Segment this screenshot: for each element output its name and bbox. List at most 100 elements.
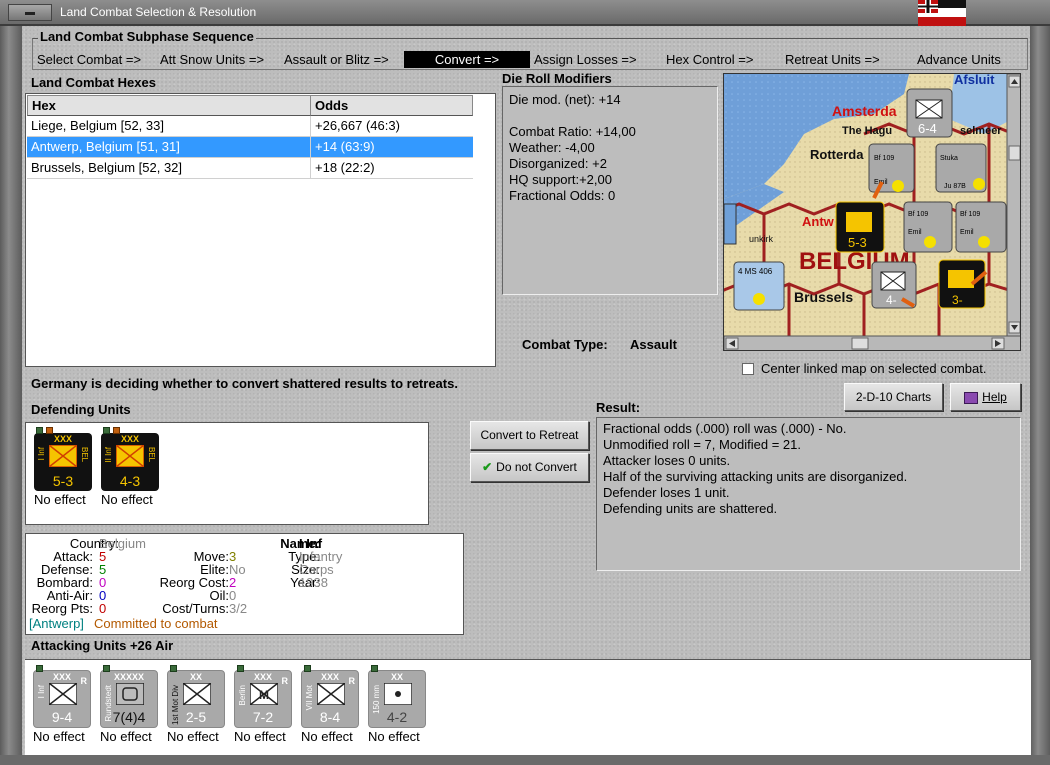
combat-type-value: Assault xyxy=(630,337,677,352)
window-frame-left xyxy=(0,26,22,765)
linked-map[interactable]: Amsterda The Hagu selmeer Rotterda Afslu… xyxy=(723,73,1021,351)
map-counter[interactable]: Bf 109 Emil xyxy=(903,201,953,253)
convert-to-retreat-button[interactable]: Convert to Retreat xyxy=(470,421,589,450)
unit-status-pip xyxy=(103,427,110,434)
result-line: Half of the surviving attacking units ar… xyxy=(603,469,908,484)
phase-advance-units: Advance Units xyxy=(917,52,1001,67)
result-line: Defender loses 1 unit. xyxy=(603,485,730,500)
unit-status-pip xyxy=(304,665,311,672)
svg-text:Bf 109: Bf 109 xyxy=(908,211,928,218)
unit-size: XX xyxy=(390,672,403,682)
die-roll-modifiers-box: Die mod. (net): +14 Combat Ratio: +14,00… xyxy=(502,86,718,295)
defending-unit-counter[interactable]: XXX II Inf BEL 4-3 xyxy=(101,427,159,491)
combat-type-label: Combat Type: xyxy=(522,337,608,352)
phase-convert-active: Convert => xyxy=(404,51,530,68)
help-button[interactable]: Help xyxy=(950,383,1021,411)
unit-size: XXXXX xyxy=(113,672,144,682)
unit-name: VII Mot xyxy=(305,685,314,711)
unit-name: II Inf xyxy=(104,447,113,463)
artillery-symbol-icon xyxy=(384,683,412,705)
attacking-unit-counter[interactable]: XXX R VII Mot 8-4 xyxy=(301,665,359,728)
infantry-symbol-icon xyxy=(49,683,77,705)
map-counter[interactable]: 4 MS 406 xyxy=(733,261,785,311)
do-not-convert-button[interactable]: ✔ Do not Convert xyxy=(470,453,589,482)
unit-status-pip xyxy=(113,427,120,434)
column-header-odds[interactable]: Odds xyxy=(310,95,473,116)
odds-cell: +18 (22:2) xyxy=(311,158,473,179)
map-counter[interactable]: 5-3 xyxy=(835,201,885,253)
map-counter[interactable]: Bf 109 Emil xyxy=(868,143,915,193)
defending-units-box: XXX I Inf BEL 5-3 No effect XXX II Inf B… xyxy=(25,422,429,525)
map-counter[interactable]: Stuka Ju 87B xyxy=(935,143,987,193)
unit-status-pip xyxy=(36,665,43,672)
window-frame-bottom xyxy=(0,755,1050,765)
map-counter[interactable]: 6-4 xyxy=(906,88,953,138)
odds-cell: +14 (63:9) xyxy=(311,137,473,158)
unit-reserve-flag: R xyxy=(348,676,356,686)
center-map-checkbox[interactable] xyxy=(742,363,754,375)
svg-text:Stuka: Stuka xyxy=(940,155,958,162)
unit-status-pip xyxy=(170,665,177,672)
unit-name: Berlin xyxy=(238,685,247,706)
unit-size: XX xyxy=(189,672,202,682)
unit-strength: 2-5 xyxy=(185,709,207,725)
phase-select-combat: Select Combat => xyxy=(37,52,142,67)
checkmark-icon: ✔ xyxy=(482,460,493,474)
unit-status-pip xyxy=(103,665,110,672)
weather-mod: Weather: -4,00 xyxy=(509,140,595,155)
map-label: Brussels xyxy=(794,289,853,305)
combat-ratio: Combat Ratio: +14,00 xyxy=(509,124,636,139)
attacking-units-box: XXX R I Inf 9-4 No effect XXXXX Rundsted… xyxy=(25,659,1031,755)
attacking-unit-counter[interactable]: XXX R I Inf 9-4 xyxy=(33,665,91,728)
svg-text:M: M xyxy=(259,688,269,702)
attacking-unit-counter[interactable]: XXX R Berlin M 7-2 xyxy=(234,665,292,728)
column-header-hex[interactable]: Hex xyxy=(27,95,311,116)
disorganized-mod: Disorganized: +2 xyxy=(509,156,607,171)
svg-text:Bf 109: Bf 109 xyxy=(874,155,894,162)
unit-strength: 9-4 xyxy=(51,709,73,725)
table-row-selected[interactable]: Antwerp, Belgium [51, 31] +14 (63:9) xyxy=(27,137,473,158)
map-counter[interactable]: 3- xyxy=(938,259,986,309)
svg-text:4 MS 406: 4 MS 406 xyxy=(738,267,773,276)
odds-cell: +26,667 (46:3) xyxy=(311,116,473,137)
svg-text:Emil: Emil xyxy=(960,229,974,236)
attacking-unit-counter[interactable]: XX 1st Mot Div 2-5 xyxy=(167,665,225,728)
reorgpts-value: 0 xyxy=(99,601,107,616)
attacking-unit-counter[interactable]: XX 150 mm 4-2 xyxy=(368,665,426,728)
unit-reserve-flag: R xyxy=(281,676,289,686)
svg-text:Ju 87B: Ju 87B xyxy=(944,183,966,190)
phase-assault-or-blitz: Assault or Blitz => xyxy=(284,52,389,67)
collapse-icon[interactable]: ▬ xyxy=(8,4,52,21)
hex-cell: Brussels, Belgium [52, 32] xyxy=(27,158,311,179)
motorized-symbol-icon xyxy=(183,683,211,705)
table-row[interactable]: Brussels, Belgium [52, 32] +18 (22:2) xyxy=(27,158,473,179)
map-label: Antw xyxy=(802,214,835,229)
result-line: Attacker loses 0 units. xyxy=(603,453,731,468)
defending-unit-counter[interactable]: XXX I Inf BEL 5-3 xyxy=(34,427,92,491)
combat-hexes-title: Land Combat Hexes xyxy=(31,75,156,90)
map-counter[interactable]: Bf 109 Emil xyxy=(955,201,1007,253)
defending-units-title: Defending Units xyxy=(31,402,131,417)
unit-strength: 7(4)4 xyxy=(112,709,146,725)
unit-effect: No effect xyxy=(33,729,85,744)
unit-status: Committed to combat xyxy=(94,616,218,631)
infantry-symbol-icon xyxy=(116,445,144,467)
die-roll-title: Die Roll Modifiers xyxy=(502,71,612,86)
charts-button[interactable]: 2-D-10 Charts xyxy=(844,383,943,411)
window-title-bar: ▬ Land Combat Selection & Resolution xyxy=(0,0,1050,26)
unit-strength: 5-3 xyxy=(52,473,74,489)
svg-text:5-3: 5-3 xyxy=(848,235,867,250)
svg-text:Emil: Emil xyxy=(908,229,922,236)
window-frame-right xyxy=(1030,26,1050,765)
unit-size: XXX xyxy=(120,434,139,444)
costturns-value: 3/2 xyxy=(229,601,248,616)
unit-name: I Inf xyxy=(37,685,46,699)
unit-status-pip xyxy=(371,665,378,672)
table-row[interactable]: Liege, Belgium [52, 33] +26,667 (46:3) xyxy=(27,116,473,137)
result-line: Unmodified roll = 7, Modified = 21. xyxy=(603,437,801,452)
map-label: selmeer xyxy=(960,125,1002,137)
map-label: The Hagu xyxy=(842,125,892,137)
german-flag-icon xyxy=(918,0,966,26)
attacking-unit-counter[interactable]: XXXXX Rundstedt 7(4)4 xyxy=(100,665,158,728)
hq-support-mod: HQ support:+2,00 xyxy=(509,172,612,187)
